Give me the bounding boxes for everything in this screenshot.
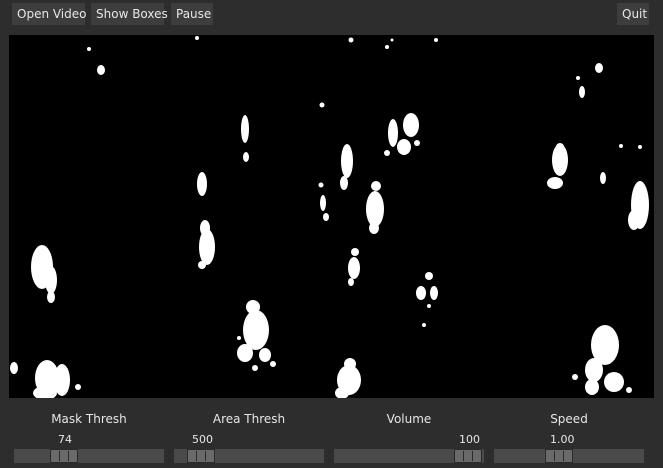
mask-thresh-handle[interactable] <box>50 449 78 463</box>
speed-label: Speed <box>550 412 588 426</box>
mask-thresh-label: Mask Thresh <box>51 412 127 426</box>
volume-label: Volume <box>386 412 432 426</box>
speed-value: 1.00 <box>550 433 575 446</box>
quit-button[interactable]: Quit <box>617 3 649 25</box>
volume-handle[interactable] <box>454 449 482 463</box>
speed-handle[interactable] <box>545 449 573 463</box>
volume-slider-group: Volume 100 <box>334 410 484 466</box>
toolbar: Open Video Show Boxes Pause Quit <box>0 0 663 30</box>
volume-value: 100 <box>459 433 480 446</box>
video-mask-view[interactable] <box>9 35 654 398</box>
open-video-button[interactable]: Open Video <box>12 3 87 25</box>
pause-button[interactable]: Pause <box>171 3 213 25</box>
foreground-mask-image <box>9 35 654 398</box>
area-thresh-handle[interactable] <box>187 449 215 463</box>
show-boxes-button[interactable]: Show Boxes <box>91 3 168 25</box>
speed-slider-group: Speed 1.00 <box>494 410 644 466</box>
mask-thresh-value: 74 <box>58 433 72 446</box>
mask-thresh-track[interactable] <box>14 449 164 463</box>
mask-thresh-slider-group: Mask Thresh 74 <box>14 410 164 466</box>
area-thresh-slider-group: Area Thresh 500 <box>174 410 324 466</box>
app-window: Open Video Show Boxes Pause Quit Mask Th… <box>0 0 663 468</box>
area-thresh-value: 500 <box>192 433 213 446</box>
area-thresh-label: Area Thresh <box>212 412 286 426</box>
